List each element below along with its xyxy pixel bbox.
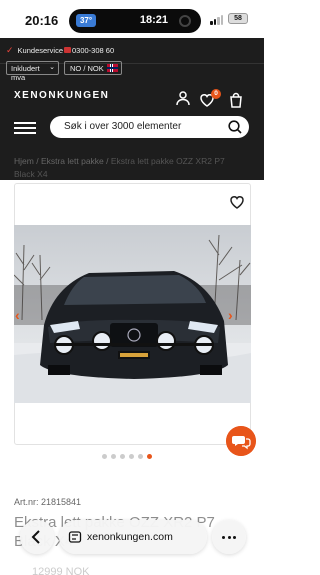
pagination-dot[interactable] — [129, 454, 134, 459]
breadcrumb-item[interactable]: Ekstra lett pakke — [41, 156, 104, 166]
customer-service-phone[interactable]: 0300-308 60 — [72, 46, 114, 55]
check-icon: ✓ — [6, 44, 14, 55]
status-time: 20:16 — [25, 13, 59, 28]
product-price: 12999 NOK — [32, 566, 90, 575]
search-placeholder: Søk i over 3000 elementer — [64, 121, 182, 132]
cart-icon[interactable] — [228, 92, 244, 108]
more-button[interactable] — [212, 520, 246, 554]
weather-badge: 37° — [76, 14, 96, 27]
previous-image-icon[interactable]: ‹ — [15, 308, 25, 322]
pagination-dot[interactable] — [138, 454, 143, 459]
signal-icon — [210, 15, 224, 25]
customer-service-row[interactable]: ✓ Kundeservice 0300-308 60 — [6, 44, 114, 56]
search-icon[interactable] — [227, 119, 243, 135]
back-button[interactable] — [20, 520, 54, 554]
address-bar[interactable]: xenonkungen.com — [59, 520, 207, 554]
country-select[interactable]: NO / NOK — [64, 61, 122, 75]
country-select-value: NO / NOK — [70, 64, 104, 73]
timer-icon — [179, 15, 191, 27]
menu-icon[interactable] — [14, 122, 36, 134]
chevron-down-icon: ⌄ — [49, 64, 55, 71]
customer-service-label: Kundeservice — [17, 45, 63, 55]
vat-select[interactable]: Inkludert mva ⌄ — [6, 61, 59, 82]
island-time: 18:21 — [139, 14, 168, 26]
breadcrumb-item[interactable]: Hjem — [14, 156, 34, 166]
chat-icon[interactable] — [226, 426, 256, 456]
breadcrumb: Hjem / Ekstra lett pakke / Ekstra lett p… — [14, 156, 225, 179]
status-bar: 20:16 37° 18:21 58 — [0, 0, 264, 38]
browser-toolbar: xenonkungen.com — [20, 520, 246, 554]
gallery-pagination — [102, 454, 152, 460]
url-text: xenonkungen.com — [87, 531, 173, 543]
site-logo[interactable]: XENONKUNGEN — [14, 90, 109, 101]
product-image[interactable] — [14, 225, 251, 403]
next-image-icon[interactable]: › — [228, 308, 238, 322]
add-to-wishlist-icon[interactable] — [229, 194, 245, 210]
chevron-left-icon — [31, 530, 40, 544]
wishlist-count-badge: 0 — [211, 89, 221, 99]
phone-icon — [64, 47, 71, 53]
pagination-dot[interactable] — [102, 454, 107, 459]
pagination-dot-active[interactable] — [147, 454, 152, 459]
search-input[interactable]: Søk i over 3000 elementer — [50, 116, 249, 138]
logo-text: XENONKUNGEN — [14, 90, 110, 101]
battery-icon: 58 — [228, 13, 248, 24]
norway-flag-icon — [107, 64, 118, 72]
account-icon[interactable] — [175, 90, 191, 106]
dynamic-island: 37° 18:21 — [69, 9, 201, 33]
page-settings-icon[interactable] — [68, 530, 82, 544]
pagination-dot[interactable] — [120, 454, 125, 459]
pagination-dot[interactable] — [111, 454, 116, 459]
article-number: Art.nr: 21815841 — [14, 497, 82, 507]
